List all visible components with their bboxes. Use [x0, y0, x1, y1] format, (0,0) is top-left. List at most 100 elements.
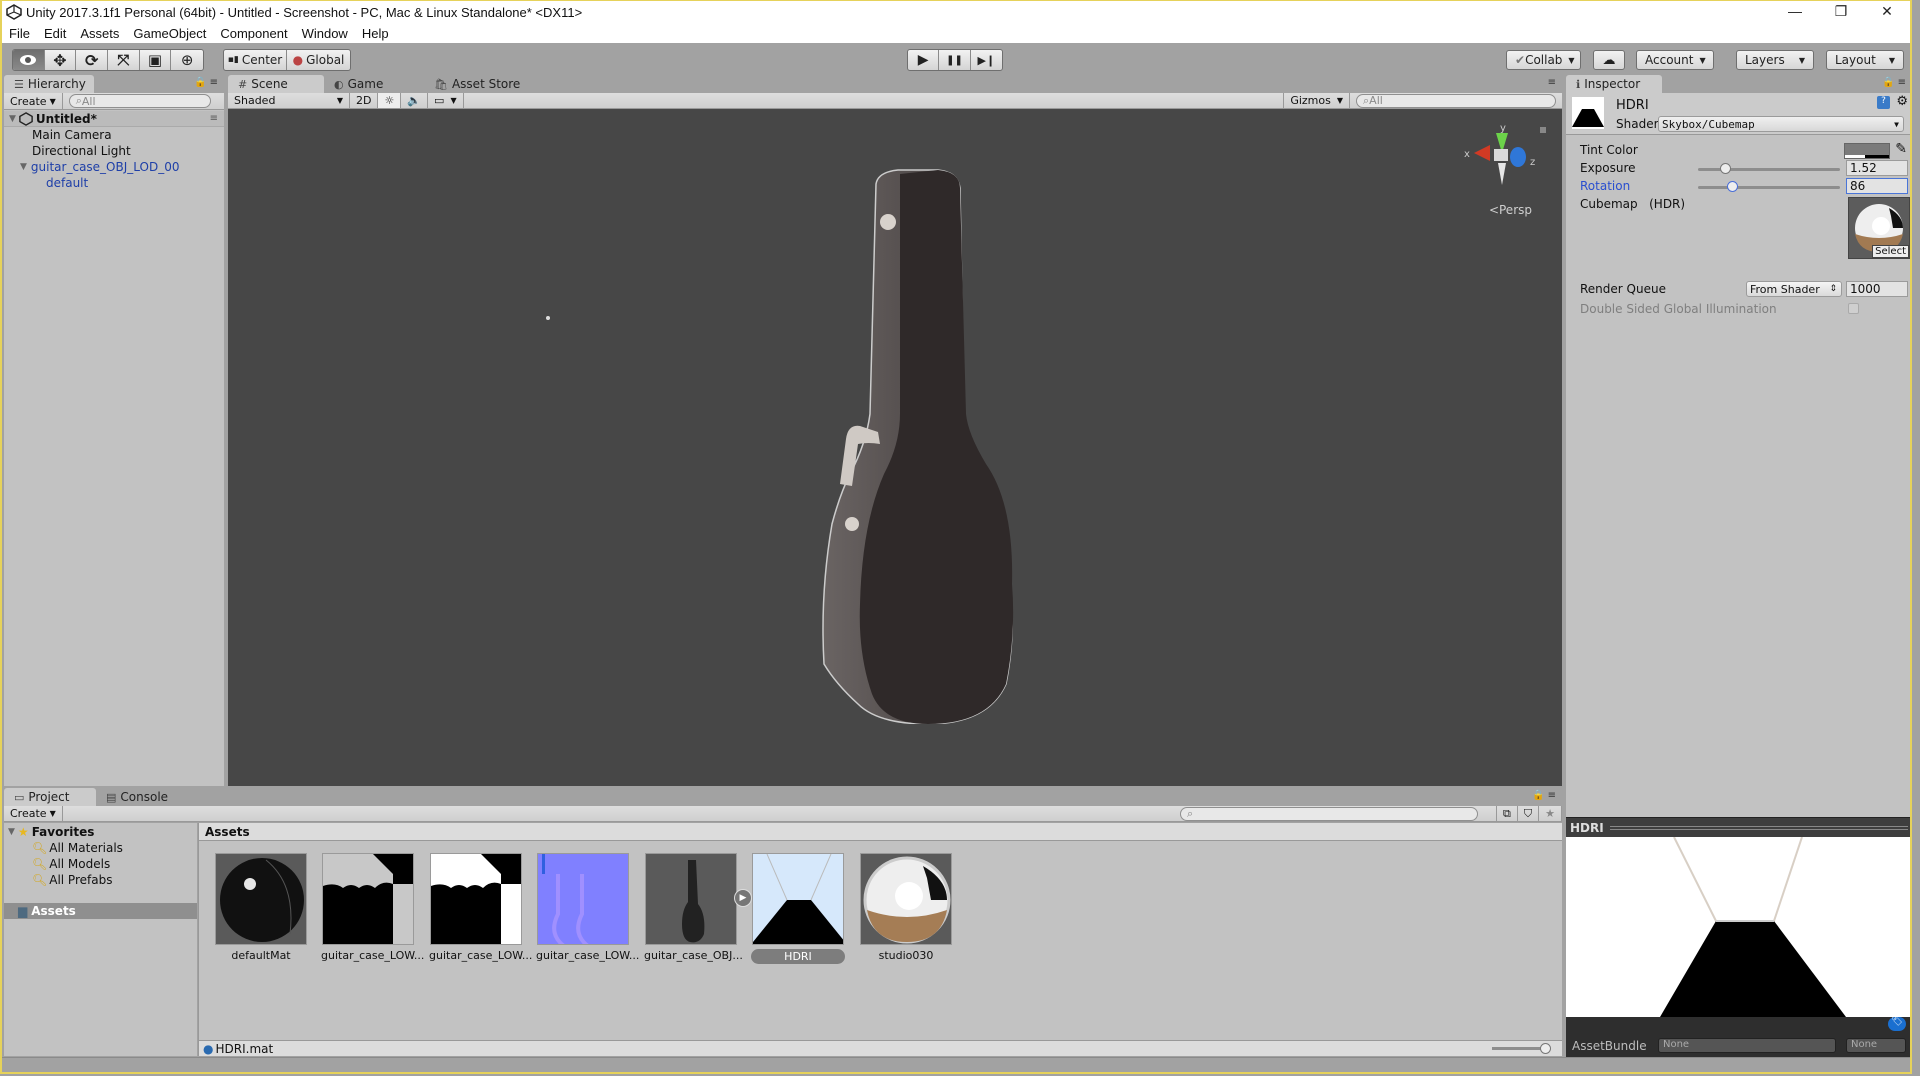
- favorites-row[interactable]: ▼ ★ Favorites: [8, 824, 94, 840]
- menu-component[interactable]: Component: [213, 26, 294, 41]
- tab-console[interactable]: ▤ Console: [96, 788, 186, 806]
- eyedropper-icon[interactable]: ✎: [1895, 141, 1907, 157]
- drag-handle[interactable]: [1609, 825, 1908, 830]
- hierarchy-item[interactable]: Main Camera: [32, 127, 112, 143]
- preview-header[interactable]: HDRI: [1566, 817, 1910, 837]
- layout-dropdown[interactable]: Layout ▼: [1826, 50, 1904, 70]
- rotate-tool-button[interactable]: ⟳: [76, 50, 109, 70]
- axis-z-cone[interactable]: [1510, 147, 1526, 167]
- move-tool-button[interactable]: ✥: [45, 50, 77, 70]
- account-button[interactable]: Account ▼: [1636, 50, 1714, 70]
- menu-assets[interactable]: Assets: [73, 26, 126, 41]
- assetbundle-variant-dropdown[interactable]: None: [1846, 1038, 1906, 1053]
- breadcrumb-assets[interactable]: Assets: [205, 825, 250, 839]
- favorite-item[interactable]: 🔍︎ All Prefabs: [32, 872, 112, 888]
- help-icon[interactable]: ?: [1877, 96, 1890, 109]
- project-create-button[interactable]: Create ▼: [4, 806, 63, 821]
- favorite-item[interactable]: 🔍︎ All Materials: [32, 840, 123, 856]
- tab-game[interactable]: ◐ Game: [324, 75, 424, 93]
- filter-by-label-button[interactable]: ⛉: [1518, 806, 1540, 821]
- pivot-global-button[interactable]: ● Global: [287, 50, 350, 70]
- tab-hierarchy[interactable]: ☰ Hierarchy: [4, 75, 94, 93]
- hierarchy-item[interactable]: default: [46, 175, 88, 191]
- restore-button[interactable]: ❐: [1818, 1, 1864, 23]
- scene-viewport[interactable]: y x z <Persp: [228, 109, 1562, 786]
- expand-arrow-icon[interactable]: ▼: [8, 827, 15, 837]
- asset-item[interactable]: guitar_case_LOW...: [536, 853, 639, 962]
- scene-menu-icon[interactable]: ≡: [210, 113, 218, 124]
- orientation-gizmo[interactable]: y x z: [1460, 119, 1550, 189]
- transform-tool-button[interactable]: ⊕: [171, 50, 203, 70]
- save-search-button[interactable]: ★: [1539, 806, 1562, 821]
- hierarchy-item[interactable]: Directional Light: [32, 143, 131, 159]
- assetbundle-name-dropdown[interactable]: None: [1658, 1038, 1836, 1053]
- panel-menu-icon[interactable]: 🔒 ≡: [1882, 77, 1906, 88]
- close-button[interactable]: ✕: [1864, 1, 1910, 23]
- asset-item[interactable]: defaultMat: [214, 853, 308, 962]
- asset-item[interactable]: guitar_case_LOW...: [321, 853, 424, 962]
- hierarchy-item[interactable]: ▼ guitar_case_OBJ_LOD_00: [20, 159, 180, 175]
- cubemap-slot[interactable]: Select: [1848, 197, 1910, 259]
- tab-inspector[interactable]: ℹ Inspector: [1566, 75, 1662, 93]
- rotation-input[interactable]: 86: [1846, 178, 1908, 194]
- tag-icon[interactable]: 🏷: [1888, 1017, 1906, 1031]
- cloud-button[interactable]: ☁: [1593, 50, 1625, 70]
- draw-mode-dropdown[interactable]: Shaded ▼: [228, 93, 350, 108]
- minimize-button[interactable]: —: [1772, 1, 1818, 23]
- thumbnail-size-thumb[interactable]: [1540, 1043, 1552, 1054]
- expand-model-button[interactable]: ▶: [734, 889, 752, 907]
- double-sided-gi-checkbox[interactable]: [1848, 303, 1859, 314]
- render-queue-input[interactable]: 1000: [1846, 281, 1908, 297]
- tab-scene[interactable]: # Scene: [228, 75, 324, 93]
- render-queue-dropdown[interactable]: From Shader ⇕: [1746, 281, 1842, 297]
- collab-button[interactable]: ✔ Collab ▼: [1506, 50, 1581, 70]
- hierarchy-search-input[interactable]: ⌕ All: [68, 94, 211, 108]
- axis-neg-y-cone[interactable]: [1498, 163, 1506, 185]
- effects-dropdown[interactable]: ▭ ▼: [428, 93, 464, 108]
- rotation-slider-thumb[interactable]: [1727, 181, 1739, 192]
- gear-icon[interactable]: ⚙: [1896, 94, 1908, 109]
- hierarchy-create-button[interactable]: Create ▼: [4, 93, 63, 109]
- asset-item[interactable]: guitar_case_LOW...: [429, 853, 532, 962]
- audio-toggle[interactable]: 🔈: [401, 93, 429, 108]
- menu-window[interactable]: Window: [295, 26, 355, 41]
- scene-search-input[interactable]: ⌕ All: [1356, 93, 1556, 108]
- lighting-toggle[interactable]: ☼: [378, 93, 402, 108]
- pivot-center-button[interactable]: ▪▮ Center: [224, 50, 288, 70]
- light-gizmo[interactable]: [546, 316, 550, 320]
- menu-edit[interactable]: Edit: [37, 26, 73, 41]
- axis-x-cone[interactable]: [1474, 145, 1490, 161]
- lock-icon[interactable]: [1540, 127, 1546, 133]
- layers-dropdown[interactable]: Layers ▼: [1736, 50, 1814, 70]
- tint-color-swatch[interactable]: [1844, 143, 1890, 159]
- shader-dropdown[interactable]: Skybox/Cubemap ▼: [1658, 116, 1904, 132]
- exposure-slider-thumb[interactable]: [1719, 163, 1731, 174]
- scene-root-row[interactable]: ▼ Untitled* ≡: [4, 111, 224, 127]
- guitar-case-model[interactable]: [788, 164, 1028, 724]
- asset-item[interactable]: studio030: [859, 853, 953, 962]
- asset-item[interactable]: guitar_case_OBJ... ▶: [644, 853, 752, 962]
- material-preview[interactable]: [1566, 837, 1910, 1017]
- filter-by-type-button[interactable]: ⧉: [1496, 806, 1518, 821]
- tab-asset-store[interactable]: 🛍 Asset Store: [424, 75, 534, 93]
- menu-help[interactable]: Help: [355, 26, 396, 41]
- scale-tool-button[interactable]: ⤧: [108, 50, 140, 70]
- tab-project[interactable]: ▭ Project: [4, 788, 96, 806]
- view-tool-button[interactable]: [13, 50, 45, 70]
- panel-menu-icon[interactable]: ≡: [1548, 77, 1556, 88]
- favorite-item[interactable]: 🔍︎ All Models: [32, 856, 110, 872]
- step-button[interactable]: ▶❙: [971, 50, 1002, 70]
- play-button[interactable]: ▶: [908, 50, 940, 70]
- asset-item[interactable]: HDRI: [751, 853, 845, 964]
- gizmos-dropdown[interactable]: Gizmos ▼: [1283, 93, 1350, 108]
- expand-arrow-icon[interactable]: ▼: [20, 162, 27, 172]
- thumbnail-size-slider[interactable]: [1492, 1043, 1552, 1054]
- gizmo-center-cube[interactable]: [1494, 149, 1508, 161]
- menu-gameobject[interactable]: GameObject: [126, 26, 213, 41]
- menu-file[interactable]: File: [2, 26, 37, 41]
- projection-label[interactable]: <Persp: [1489, 203, 1532, 217]
- panel-menu-icon[interactable]: 🔒 ≡: [1532, 790, 1556, 801]
- expand-arrow-icon[interactable]: ▼: [9, 114, 16, 124]
- pause-button[interactable]: ❚❚: [939, 50, 971, 70]
- panel-menu-icon[interactable]: 🔒 ≡: [194, 77, 218, 88]
